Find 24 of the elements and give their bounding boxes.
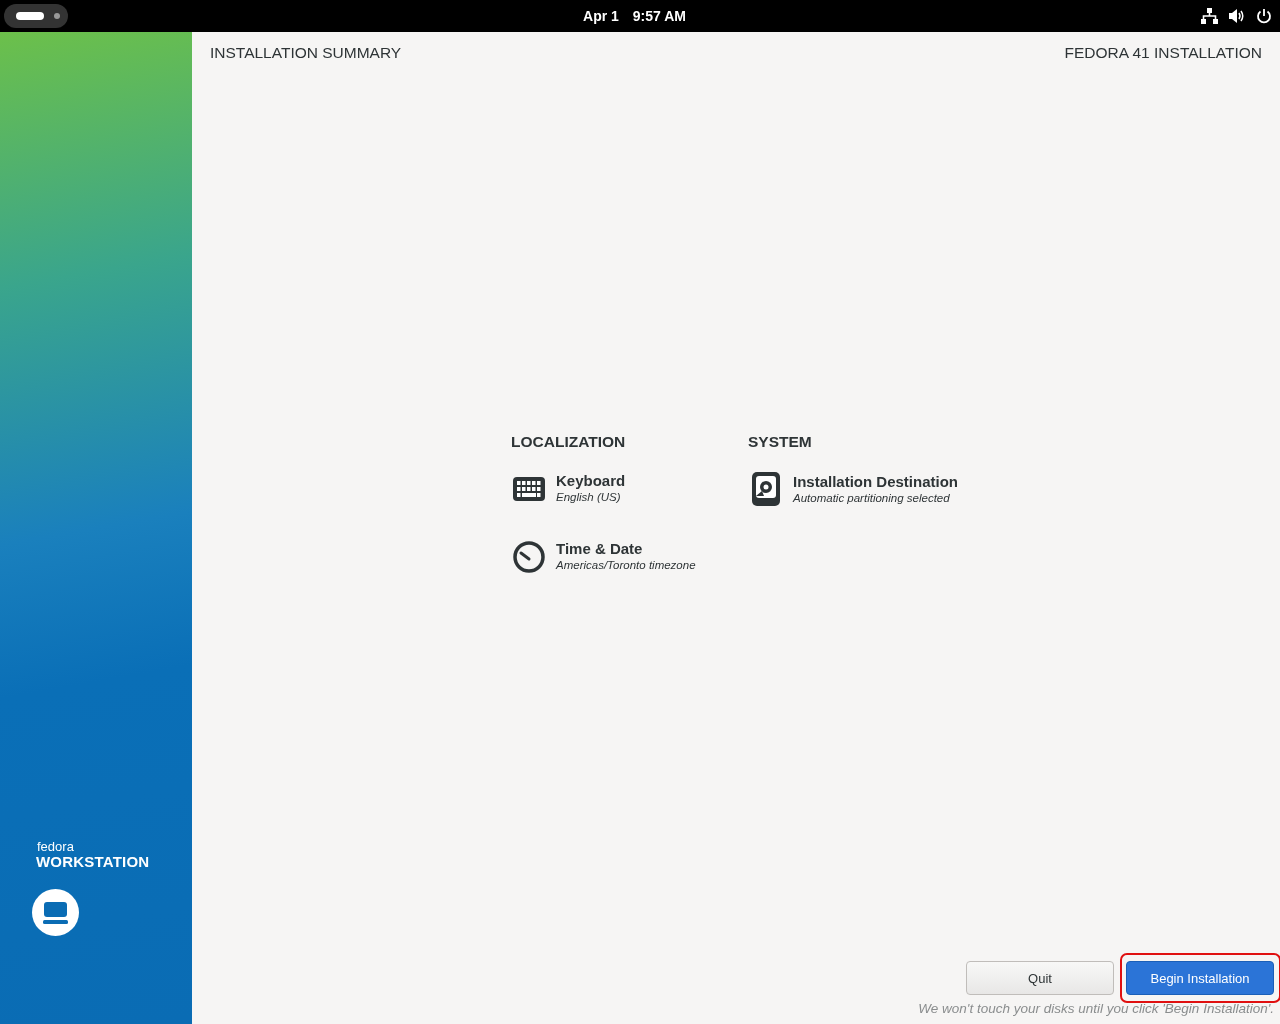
spoke-status: Americas/Toronto timezone bbox=[556, 558, 696, 573]
clock-label[interactable]: 9:57 AM bbox=[632, 8, 686, 24]
section-heading: LOCALIZATION bbox=[511, 432, 627, 452]
spoke-status: Automatic partitioning selected bbox=[793, 490, 951, 506]
date-label[interactable]: Apr 1 bbox=[583, 8, 619, 24]
brand-name: fedora bbox=[37, 840, 75, 854]
product-title: FEDORA 41 INSTALLATION bbox=[1064, 44, 1262, 62]
keyboard-icon bbox=[513, 476, 545, 501]
spoke-title[interactable]: Keyboard bbox=[556, 472, 626, 490]
begin-button[interactable]: Begin Installation bbox=[1126, 961, 1274, 995]
spoke-title[interactable]: Installation Destination bbox=[793, 472, 958, 491]
section-heading: SYSTEM bbox=[748, 432, 813, 452]
spoke-status: English (US) bbox=[556, 490, 622, 505]
laptop-icon bbox=[32, 889, 79, 936]
edition-name: WORKSTATION bbox=[36, 854, 151, 870]
page-title: INSTALLATION SUMMARY bbox=[210, 44, 402, 62]
quit-button[interactable]: Quit bbox=[966, 961, 1114, 995]
workspace-indicator[interactable] bbox=[4, 4, 68, 28]
speaker-icon[interactable] bbox=[1228, 8, 1246, 24]
spoke-title[interactable]: Time & Date bbox=[556, 540, 696, 558]
footer-note: We won't touch your disks until you click 'Begin Installation'. bbox=[918, 1001, 1274, 1016]
power-icon[interactable] bbox=[1256, 8, 1272, 24]
network-icon[interactable] bbox=[1201, 8, 1218, 24]
clock-icon bbox=[513, 540, 545, 573]
